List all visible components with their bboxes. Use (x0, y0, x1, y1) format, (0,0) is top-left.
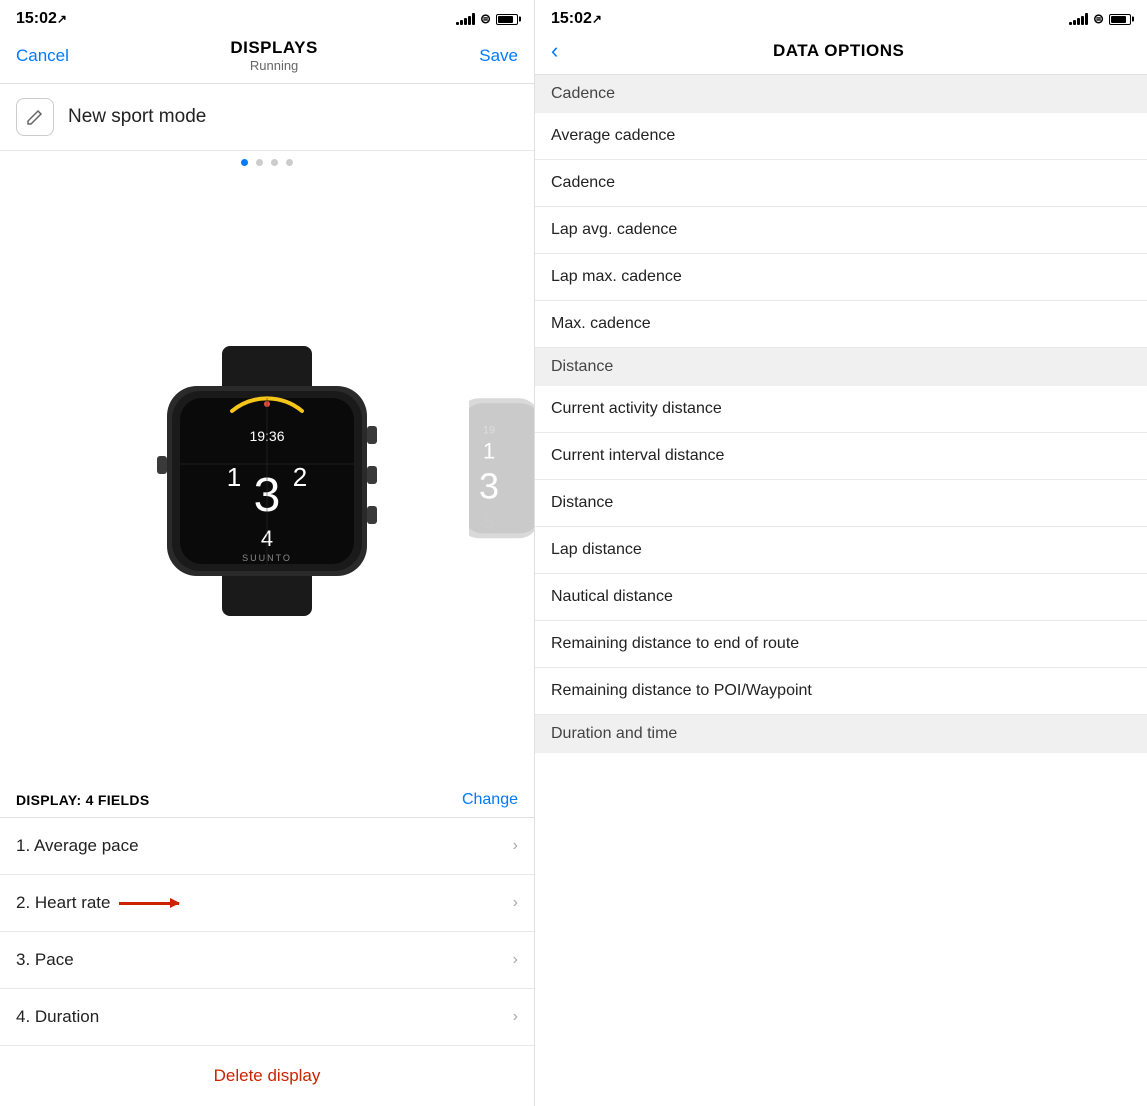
right-signal-icon (1069, 13, 1088, 25)
svg-text:1: 1 (483, 438, 495, 463)
option-distance[interactable]: Distance (535, 480, 1147, 527)
field-row-4[interactable]: 4. Duration › (0, 989, 534, 1046)
right-location-icon: ↗ (592, 12, 602, 26)
display-title: DISPLAY: 4 FIELDS (16, 792, 149, 808)
right-status-bar: 15:02 ↗ ⊜ (535, 0, 1147, 34)
option-max-cadence[interactable]: Max. cadence (535, 301, 1147, 348)
watch-main: 19:36 1 2 3 4 SUUNTO (152, 346, 382, 616)
left-title-block: DISPLAYS Running (230, 38, 317, 73)
right-nav-title: DATA OPTIONS (570, 41, 1107, 61)
svg-text:2: 2 (293, 462, 307, 492)
right-status-time: 15:02 (551, 10, 592, 28)
field-label-4: 4. Duration (16, 1007, 99, 1027)
option-current-activity-distance[interactable]: Current activity distance (535, 386, 1147, 433)
option-avg-cadence[interactable]: Average cadence (535, 113, 1147, 160)
left-battery-icon (496, 14, 518, 25)
left-signal-icon (456, 13, 475, 25)
right-wifi-icon: ⊜ (1093, 11, 1104, 27)
option-nautical-distance[interactable]: Nautical distance (535, 574, 1147, 621)
dot-4[interactable] (286, 159, 293, 166)
watch-partial: 1 3 5 19 (469, 368, 535, 573)
left-nav-title: DISPLAYS (230, 38, 317, 58)
option-current-interval-distance[interactable]: Current interval distance (535, 433, 1147, 480)
chevron-3: › (513, 951, 518, 969)
save-button[interactable]: Save (479, 46, 518, 66)
dot-3[interactable] (271, 159, 278, 166)
field-label-1: 1. Average pace (16, 836, 139, 856)
field-row-1[interactable]: 1. Average pace › (0, 818, 534, 875)
chevron-4: › (513, 1008, 518, 1026)
field-label-2: 2. Heart rate (16, 893, 111, 913)
svg-text:5: 5 (484, 512, 494, 532)
left-status-time: 15:02 (16, 10, 57, 28)
left-panel: 15:02 ↗ ⊜ Cancel DISPLAYS Running Save (0, 0, 535, 1106)
dot-2[interactable] (256, 159, 263, 166)
watch-svg: 19:36 1 2 3 4 SUUNTO (152, 346, 382, 616)
section-duration-header: Duration and time (535, 715, 1147, 753)
watch-area: 19:36 1 2 3 4 SUUNTO (0, 182, 534, 779)
left-status-icons: ⊜ (456, 11, 518, 27)
options-list: Cadence Average cadence Cadence Lap avg.… (535, 75, 1147, 1106)
right-battery-icon (1109, 14, 1131, 25)
sport-mode-label: New sport mode (68, 106, 206, 128)
section-cadence-header: Cadence (535, 75, 1147, 113)
display-header: DISPLAY: 4 FIELDS Change (0, 779, 534, 818)
cancel-button[interactable]: Cancel (16, 46, 69, 66)
left-wifi-icon: ⊜ (480, 11, 491, 27)
section-distance-header: Distance (535, 348, 1147, 386)
dot-1[interactable] (241, 159, 248, 166)
option-lap-max-cadence[interactable]: Lap max. cadence (535, 254, 1147, 301)
left-nav-subtitle: Running (230, 58, 317, 73)
right-status-icons: ⊜ (1069, 11, 1131, 27)
svg-text:19: 19 (483, 424, 495, 436)
pagination-dots (0, 151, 534, 182)
option-lap-avg-cadence[interactable]: Lap avg. cadence (535, 207, 1147, 254)
svg-text:3: 3 (479, 465, 499, 506)
option-remaining-poi[interactable]: Remaining distance to POI/Waypoint (535, 668, 1147, 715)
chevron-2: › (513, 894, 518, 912)
edit-icon (16, 98, 54, 136)
change-button[interactable]: Change (462, 791, 518, 809)
left-location-icon: ↗ (57, 12, 67, 26)
back-button[interactable]: ‹ (551, 38, 558, 64)
field-2-with-arrow: 2. Heart rate (16, 893, 179, 913)
field-row-2[interactable]: 2. Heart rate › (0, 875, 534, 932)
option-lap-distance[interactable]: Lap distance (535, 527, 1147, 574)
red-arrow-icon (119, 902, 179, 905)
svg-text:SUUNTO: SUUNTO (242, 553, 292, 563)
chevron-1: › (513, 837, 518, 855)
field-row-3[interactable]: 3. Pace › (0, 932, 534, 989)
option-cadence[interactable]: Cadence (535, 160, 1147, 207)
svg-text:1: 1 (227, 462, 241, 492)
right-panel: 15:02 ↗ ⊜ ‹ DATA OPTIONS Cadence Average… (535, 0, 1147, 1106)
right-nav-header: ‹ DATA OPTIONS (535, 34, 1147, 75)
delete-button[interactable]: Delete display (214, 1066, 321, 1085)
option-remaining-end-route[interactable]: Remaining distance to end of route (535, 621, 1147, 668)
sport-mode-row[interactable]: New sport mode (0, 84, 534, 151)
delete-section: Delete display (0, 1046, 534, 1106)
field-label-3: 3. Pace (16, 950, 74, 970)
left-nav-header: Cancel DISPLAYS Running Save (0, 34, 534, 84)
left-status-bar: 15:02 ↗ ⊜ (0, 0, 534, 34)
